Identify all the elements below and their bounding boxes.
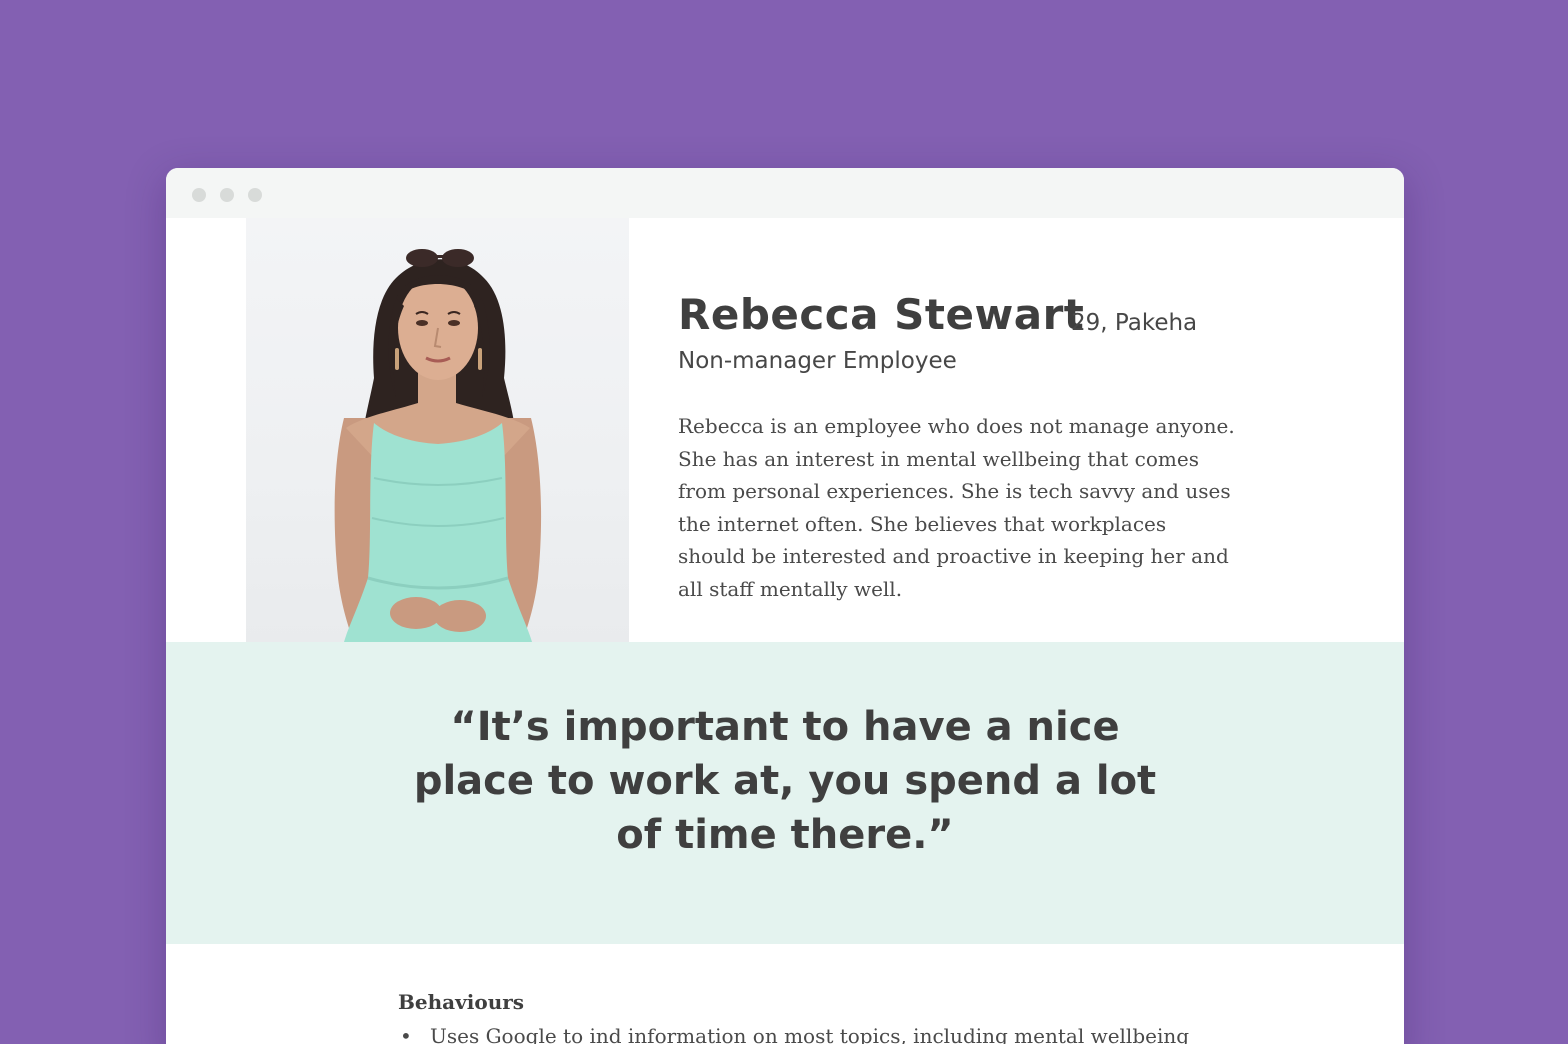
bullet-icon: • — [400, 1024, 412, 1044]
profile-role: Non-manager Employee — [678, 348, 957, 374]
quote-band: “It’s important to have a nice place to … — [166, 642, 1404, 944]
profile-name: Rebecca Stewart — [678, 290, 1085, 339]
browser-window: Rebecca Stewart 29, Pakeha Non-manager E… — [166, 168, 1404, 1044]
window-dot-icon[interactable] — [192, 188, 206, 202]
list-item: • Uses Google to ind information on most… — [398, 1022, 1298, 1044]
person-portrait-photo — [334, 249, 542, 642]
profile-photo — [246, 218, 629, 642]
list-item-text: Uses Google to ind information on most t… — [430, 1024, 1190, 1044]
profile-bio: Rebecca is an employee who does not mana… — [678, 414, 1235, 601]
window-dot-icon[interactable] — [248, 188, 262, 202]
behaviours-list: • Uses Google to ind information on most… — [398, 1022, 1298, 1044]
behaviours-heading: Behaviours — [398, 990, 525, 1014]
persona-quote: “It’s important to have a nice place to … — [413, 704, 1157, 858]
window-titlebar — [166, 168, 1404, 218]
profile-age-ethnicity: 29, Pakeha — [1071, 310, 1198, 336]
window-dot-icon[interactable] — [220, 188, 234, 202]
